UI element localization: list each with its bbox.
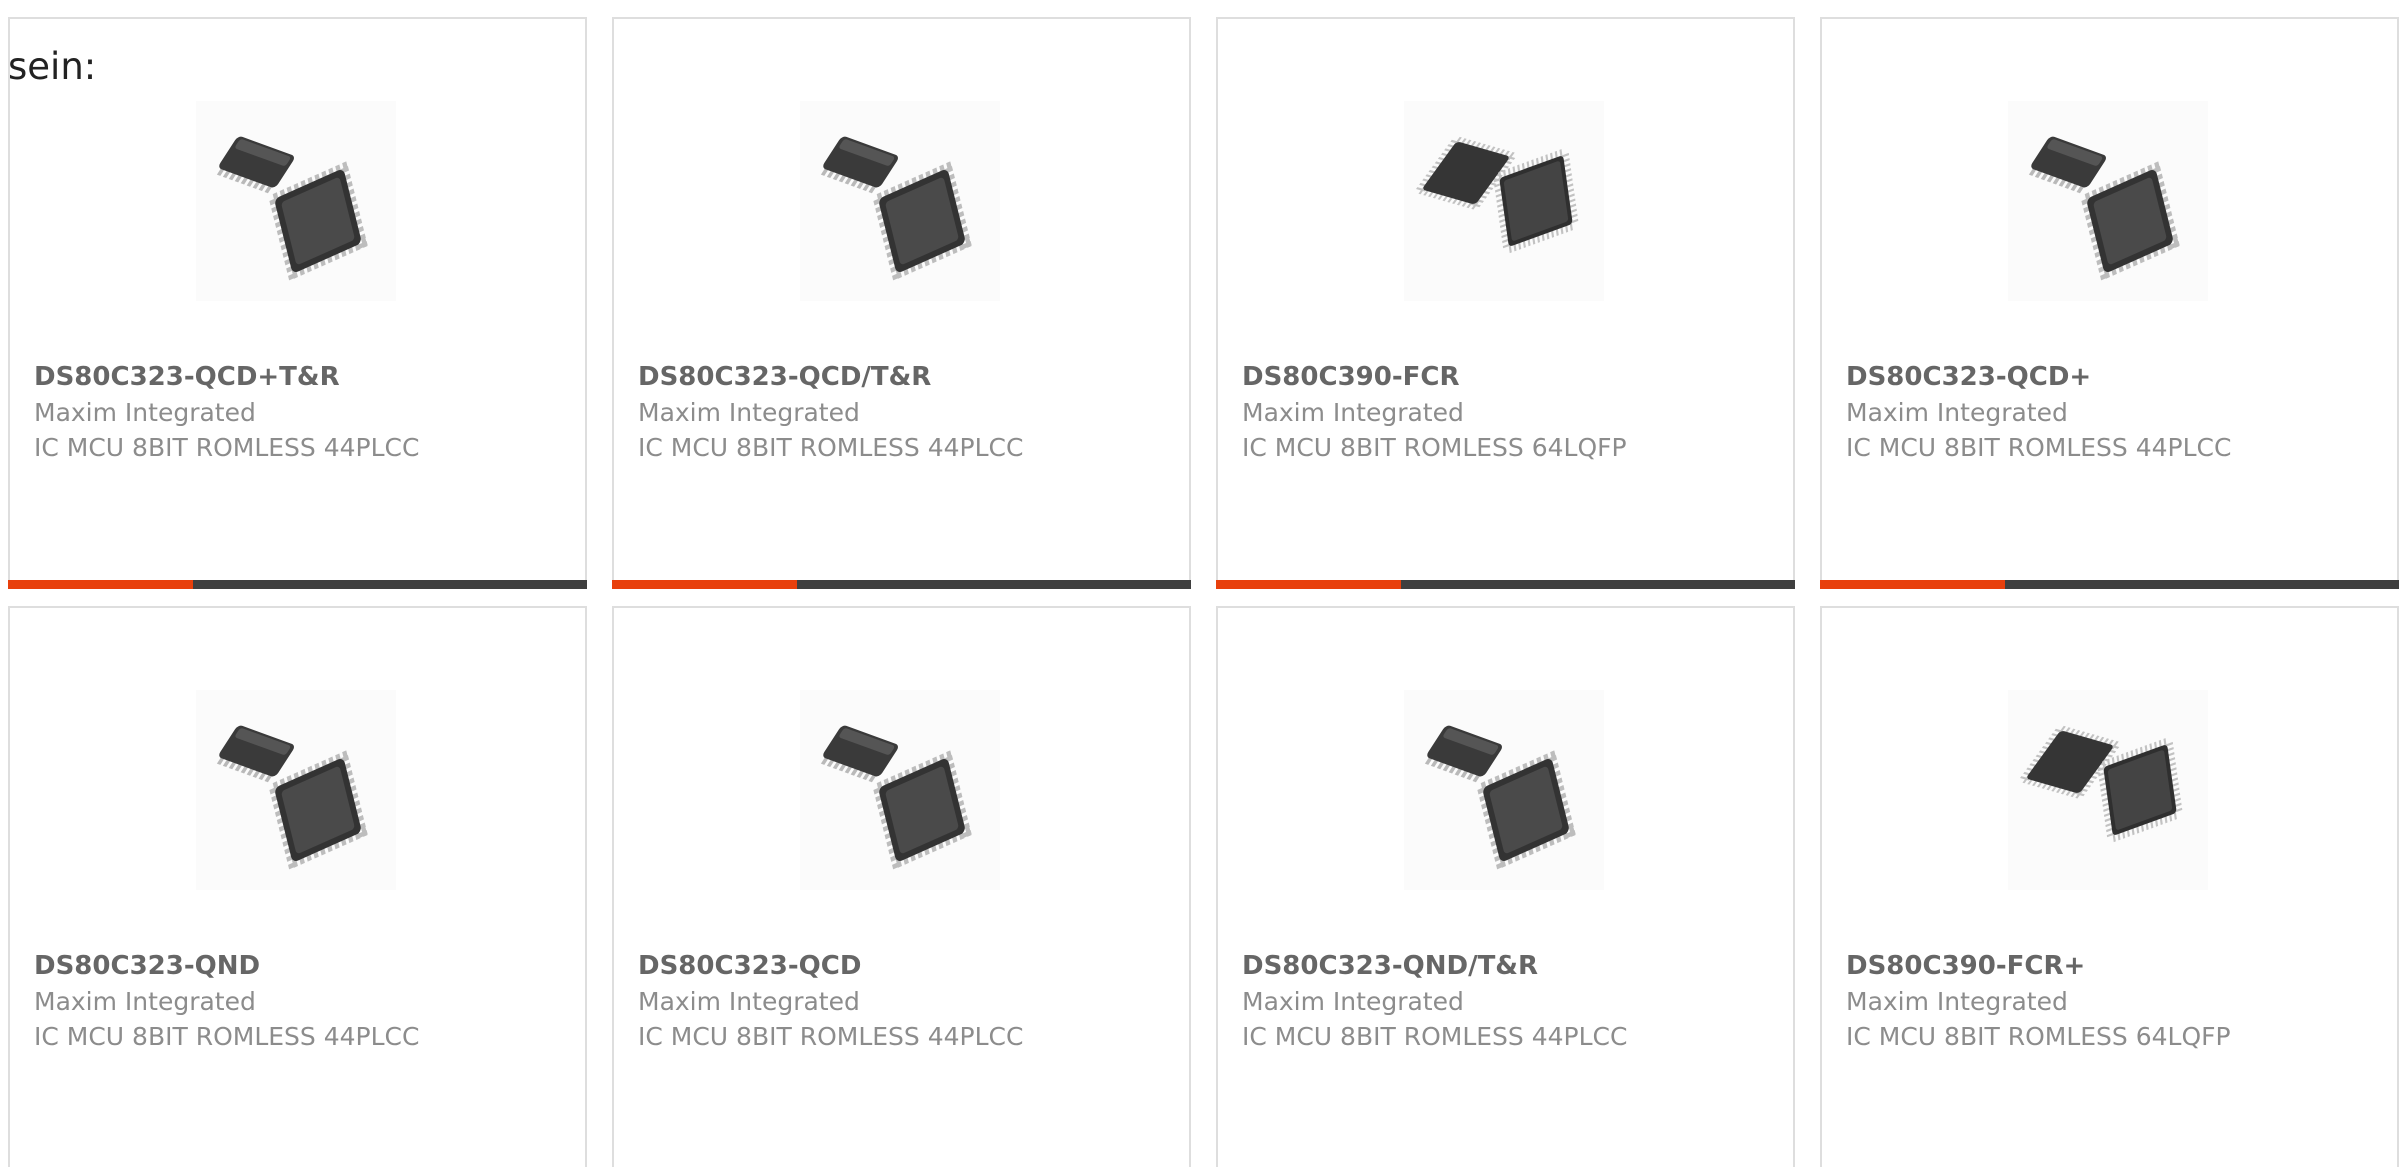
product-description: IC MCU 8BIT ROMLESS 44PLCC (1846, 433, 2232, 462)
product-card[interactable]: DS80C323-QCD+ Maxim Integrated IC MCU 8B… (1820, 17, 2399, 589)
card-progress-bar (1216, 580, 1795, 589)
plcc44-chip-icon[interactable] (800, 101, 1000, 301)
product-part-number[interactable]: DS80C390-FCR+ (1846, 949, 2387, 984)
plcc44-chip-icon[interactable] (196, 101, 396, 301)
product-manufacturer: Maxim Integrated (1846, 987, 2068, 1016)
plcc44-chip-icon[interactable] (196, 690, 396, 890)
card-progress-fill (8, 580, 194, 589)
lqfp64-chip-icon[interactable] (1404, 101, 1604, 301)
product-card[interactable]: DS80C323-QND Maxim Integrated IC MCU 8BI… (8, 606, 587, 1167)
product-part-number[interactable]: DS80C390-FCR (1242, 360, 1783, 395)
product-description: IC MCU 8BIT ROMLESS 64LQFP (1242, 433, 1627, 462)
product-description: IC MCU 8BIT ROMLESS 64LQFP (1846, 1022, 2231, 1051)
card-progress-fill (1820, 580, 2006, 589)
product-card[interactable]: DS80C323-QCD Maxim Integrated IC MCU 8BI… (612, 606, 1191, 1167)
plcc44-chip-icon[interactable] (2008, 101, 2208, 301)
product-manufacturer: Maxim Integrated (34, 398, 256, 427)
product-manufacturer: Maxim Integrated (1242, 987, 1464, 1016)
card-progress-bar (612, 580, 1191, 589)
product-part-number[interactable]: DS80C323-QND (34, 949, 575, 984)
card-progress-bar (8, 580, 587, 589)
plcc44-chip-icon[interactable] (800, 690, 1000, 890)
product-part-number[interactable]: DS80C323-QCD/T&R (638, 360, 1179, 395)
product-card[interactable]: DS80C390-FCR+ Maxim Integrated IC MCU 8B… (1820, 606, 2399, 1167)
product-description: IC MCU 8BIT ROMLESS 44PLCC (638, 433, 1024, 462)
product-grid: DS80C323-QCD+T&R Maxim Integrated IC MCU… (8, 17, 2399, 1167)
card-progress-fill (612, 580, 798, 589)
product-manufacturer: Maxim Integrated (1242, 398, 1464, 427)
product-description: IC MCU 8BIT ROMLESS 44PLCC (1242, 1022, 1628, 1051)
lqfp64-chip-icon[interactable] (2008, 690, 2208, 890)
product-card[interactable]: DS80C323-QCD+T&R Maxim Integrated IC MCU… (8, 17, 587, 589)
product-description: IC MCU 8BIT ROMLESS 44PLCC (34, 433, 420, 462)
product-card[interactable]: DS80C323-QND/T&R Maxim Integrated IC MCU… (1216, 606, 1795, 1167)
product-part-number[interactable]: DS80C323-QND/T&R (1242, 949, 1783, 984)
product-part-number[interactable]: DS80C323-QCD+ (1846, 360, 2387, 395)
product-manufacturer: Maxim Integrated (34, 987, 256, 1016)
product-manufacturer: Maxim Integrated (638, 987, 860, 1016)
product-part-number[interactable]: DS80C323-QCD+T&R (34, 360, 575, 395)
product-list-page: DS80C323-QCD+T&R Maxim Integrated IC MCU… (0, 0, 2400, 1167)
product-manufacturer: Maxim Integrated (638, 398, 860, 427)
product-card[interactable]: DS80C323-QCD/T&R Maxim Integrated IC MCU… (612, 17, 1191, 589)
product-manufacturer: Maxim Integrated (1846, 398, 2068, 427)
plcc44-chip-icon[interactable] (1404, 690, 1604, 890)
product-card[interactable]: DS80C390-FCR Maxim Integrated IC MCU 8BI… (1216, 17, 1795, 589)
product-description: IC MCU 8BIT ROMLESS 44PLCC (638, 1022, 1024, 1051)
product-description: IC MCU 8BIT ROMLESS 44PLCC (34, 1022, 420, 1051)
product-part-number[interactable]: DS80C323-QCD (638, 949, 1179, 984)
intro-text: sein: (8, 45, 97, 88)
card-progress-fill (1216, 580, 1402, 589)
card-progress-bar (1820, 580, 2399, 589)
